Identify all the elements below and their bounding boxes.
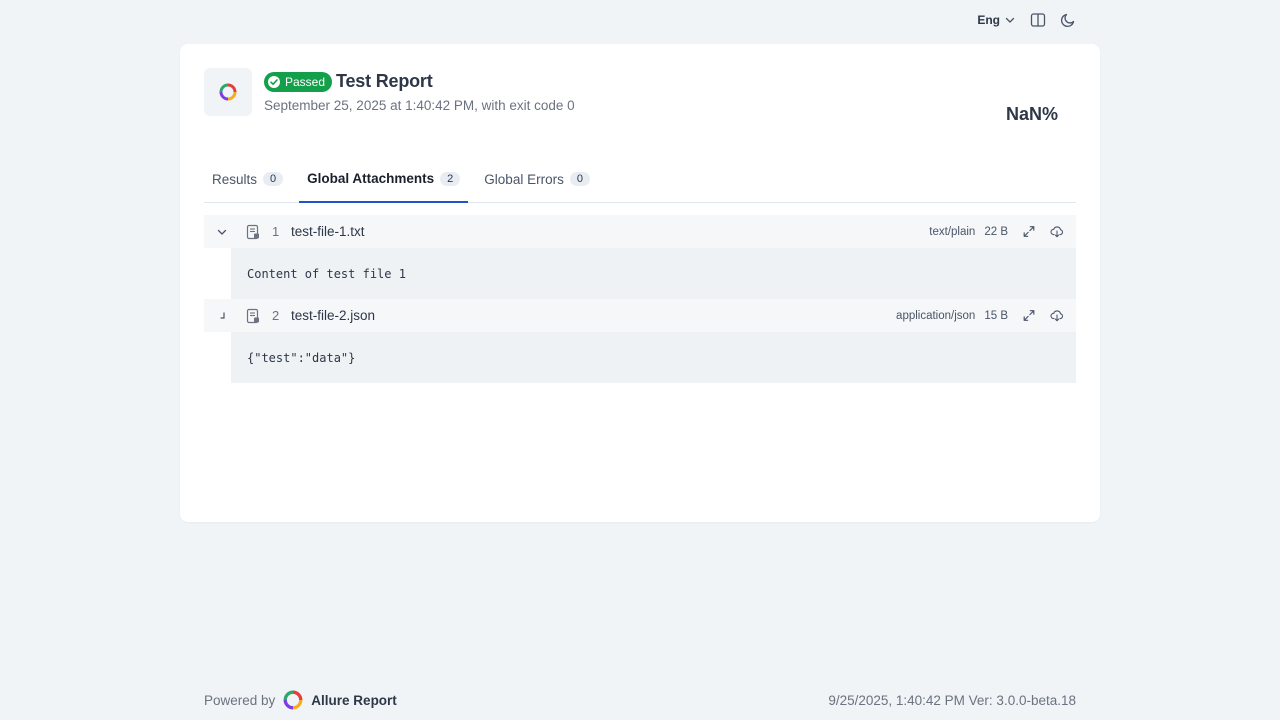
attachment-row[interactable]: 1 test-file-1.txt text/plain 22 B <box>204 215 1076 248</box>
tab-global-errors[interactable]: Global Errors 0 <box>476 156 598 202</box>
attachment-row[interactable]: 2 test-file-2.json application/json 15 B <box>204 299 1076 332</box>
tab-count: 2 <box>440 171 461 186</box>
cloud-download-icon <box>1050 310 1064 322</box>
attachment-mime: application/json <box>896 309 976 322</box>
allure-logo-icon <box>283 690 303 710</box>
attachment-mime: text/plain <box>929 225 976 238</box>
check-circle-icon <box>268 75 280 88</box>
report-tabs: Results 0 Global Attachments 2 Global Er… <box>204 156 1076 203</box>
tab-count: 0 <box>263 172 284 186</box>
footer-meta: 9/25/2025, 1:40:42 PM Ver: 3.0.0-beta.18 <box>828 692 1076 708</box>
footer: Powered by Allure Report 9/25/2025, 1:40… <box>204 690 1076 710</box>
expand-button[interactable] <box>1022 225 1036 239</box>
moon-icon <box>1060 13 1075 28</box>
language-label: Eng <box>977 13 1000 27</box>
tab-results[interactable]: Results 0 <box>204 156 291 202</box>
report-subtitle: September 25, 2025 at 1:40:42 PM, with e… <box>264 98 575 113</box>
language-selector[interactable]: Eng <box>977 13 1016 27</box>
attachment-index: 1 <box>272 224 280 239</box>
expand-icon <box>1023 310 1035 321</box>
powered-by-label: Powered by <box>204 692 276 708</box>
brand-name: Allure Report <box>311 692 397 708</box>
layout-toggle-button[interactable] <box>1030 12 1046 28</box>
collapse-toggle[interactable] <box>213 226 231 238</box>
report-header: Passed Test Report September 25, 2025 at… <box>264 71 575 113</box>
page-title: Test Report <box>336 71 433 91</box>
collapse-toggle[interactable] <box>213 310 231 322</box>
allure-logo-icon <box>219 83 237 101</box>
download-button[interactable] <box>1050 309 1064 323</box>
text-file-icon <box>246 308 259 323</box>
attachment-size: 22 B <box>984 225 1008 238</box>
success-rate: NaN% <box>1005 104 1058 124</box>
chevron-down-icon <box>217 229 227 235</box>
report-card: Passed Test Report September 25, 2025 at… <box>180 44 1100 522</box>
attachment-preview: Content of test file 1 <box>231 248 1076 299</box>
tab-count: 0 <box>569 172 590 186</box>
tab-label: Global Attachments <box>307 171 435 186</box>
status-badge: Passed <box>264 71 333 92</box>
expand-button[interactable] <box>1022 309 1036 323</box>
status-label: Passed <box>285 74 326 89</box>
layout-icon <box>1030 13 1046 27</box>
top-toolbar: Eng <box>977 0 1076 40</box>
tab-label: Results <box>212 171 258 187</box>
brand-link[interactable]: Allure Report <box>283 690 397 710</box>
attachment-index: 2 <box>272 308 280 323</box>
theme-toggle-button[interactable] <box>1060 12 1076 28</box>
expand-icon <box>1023 226 1035 237</box>
corner-arrow-icon <box>220 311 225 319</box>
text-file-icon <box>246 224 259 239</box>
chevron-down-icon <box>1005 17 1015 23</box>
report-logo <box>204 68 252 116</box>
attachment-name: test-file-1.txt <box>291 224 365 239</box>
tab-global-attachments[interactable]: Global Attachments 2 <box>299 156 469 203</box>
attachment-size: 15 B <box>984 309 1008 322</box>
attachment-name: test-file-2.json <box>291 308 376 323</box>
attachment-preview: {"test":"data"} <box>231 332 1076 383</box>
download-button[interactable] <box>1050 225 1064 239</box>
tab-label: Global Errors <box>484 171 564 187</box>
cloud-download-icon <box>1050 226 1064 238</box>
